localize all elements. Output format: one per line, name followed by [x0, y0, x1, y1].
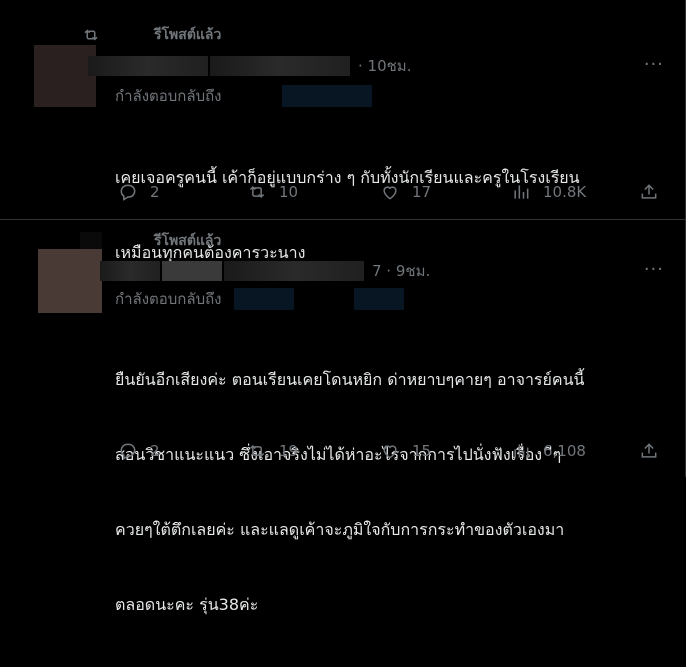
retweet-label: รีโพสต์แล้ว: [154, 233, 222, 249]
share-icon: [641, 443, 657, 458]
reply-count: 2: [150, 183, 160, 201]
tweet-header: · 10ชม.: [88, 55, 411, 77]
more-options-icon[interactable]: ···: [644, 54, 664, 75]
replying-to: กำลังตอบกลับถึง: [115, 287, 404, 311]
replying-to-label: กำลังตอบกลับถึง: [115, 87, 222, 105]
action-bar: 2 19 15 6,108: [0, 439, 686, 463]
mention-redacted[interactable]: [353, 288, 404, 310]
like-button[interactable]: 15: [380, 441, 431, 461]
repost-button[interactable]: 10: [247, 182, 298, 202]
replying-to: กำลังตอบกลับถึง: [115, 84, 372, 108]
tweet[interactable]: รีโพสต์แล้ว · 10ชม. ··· กำลังตอบกลับถึง …: [0, 0, 686, 262]
avatar[interactable]: [34, 45, 96, 107]
action-bar: 2 10 17 10.8K: [0, 180, 686, 204]
share-button[interactable]: [639, 182, 659, 202]
tweet-text-line: ยืนยันอีกเสียงค่ะ ตอนเรียนเคยโดนหยิก ด่า…: [115, 370, 585, 389]
mention-redacted[interactable]: [281, 85, 372, 107]
avatar[interactable]: [38, 249, 102, 313]
views-button[interactable]: 6,108: [511, 441, 586, 461]
tweet-text: ยืนยันอีกเสียงค่ะ ตอนเรียนเคยโดนหยิก ด่า…: [115, 317, 584, 667]
like-count: 17: [412, 183, 432, 201]
heart-icon: [383, 445, 397, 459]
reply-button[interactable]: 2: [118, 182, 160, 202]
tweet-text-line: ตลอดนะคะ รุ่น38ค่ะ: [115, 595, 259, 614]
repost-icon: [249, 185, 265, 199]
author-handle-redacted[interactable]: [224, 261, 364, 281]
mention-redacted[interactable]: [233, 288, 294, 310]
retweet-icon-redacted: [80, 232, 102, 250]
author-name-redacted[interactable]: [100, 261, 160, 281]
replying-to-label: กำลังตอบกลับถึง: [115, 290, 222, 308]
repost-icon: [84, 29, 98, 41]
more-options-icon[interactable]: ···: [644, 259, 664, 280]
repost-button[interactable]: 19: [247, 441, 298, 461]
like-button[interactable]: 17: [380, 182, 431, 202]
heart-icon: [383, 186, 397, 200]
share-button[interactable]: [639, 441, 659, 461]
analytics-icon: [514, 444, 529, 458]
view-count: 10.8K: [543, 183, 587, 201]
view-count: 6,108: [543, 442, 586, 460]
timestamp[interactable]: · 10ชม.: [358, 54, 411, 78]
tweet-text-line: ควยๆใต้ตึกเลยค่ะ และแลดูเค้าจะภูมิใจกับก…: [115, 520, 565, 539]
tweet-header: 7 · 9ชม.: [100, 260, 430, 282]
reply-count: 2: [150, 442, 160, 460]
author-name-redacted[interactable]: [162, 261, 222, 281]
retweet-indicator: รีโพสต์แล้ว: [80, 24, 221, 46]
timeline: รีโพสต์แล้ว · 10ชม. ··· กำลังตอบกลับถึง …: [0, 0, 686, 614]
repost-count: 10: [279, 183, 299, 201]
retweet-label: รีโพสต์แล้ว: [154, 27, 222, 43]
repost-count: 19: [279, 442, 299, 460]
tweet[interactable]: รีโพสต์แล้ว 7 · 9ชม. ··· กำลังตอบกลับถึง…: [0, 221, 686, 614]
like-count: 15: [412, 442, 432, 460]
reply-button[interactable]: 2: [118, 441, 160, 461]
share-icon: [641, 184, 657, 199]
reply-icon: [120, 443, 136, 460]
reply-icon: [120, 184, 136, 201]
analytics-icon: [514, 185, 529, 199]
author-handle-redacted[interactable]: [210, 56, 350, 76]
repost-icon: [249, 444, 265, 458]
timestamp[interactable]: 7 · 9ชม.: [372, 259, 430, 283]
author-name-redacted[interactable]: [88, 56, 208, 76]
views-button[interactable]: 10.8K: [511, 182, 586, 202]
